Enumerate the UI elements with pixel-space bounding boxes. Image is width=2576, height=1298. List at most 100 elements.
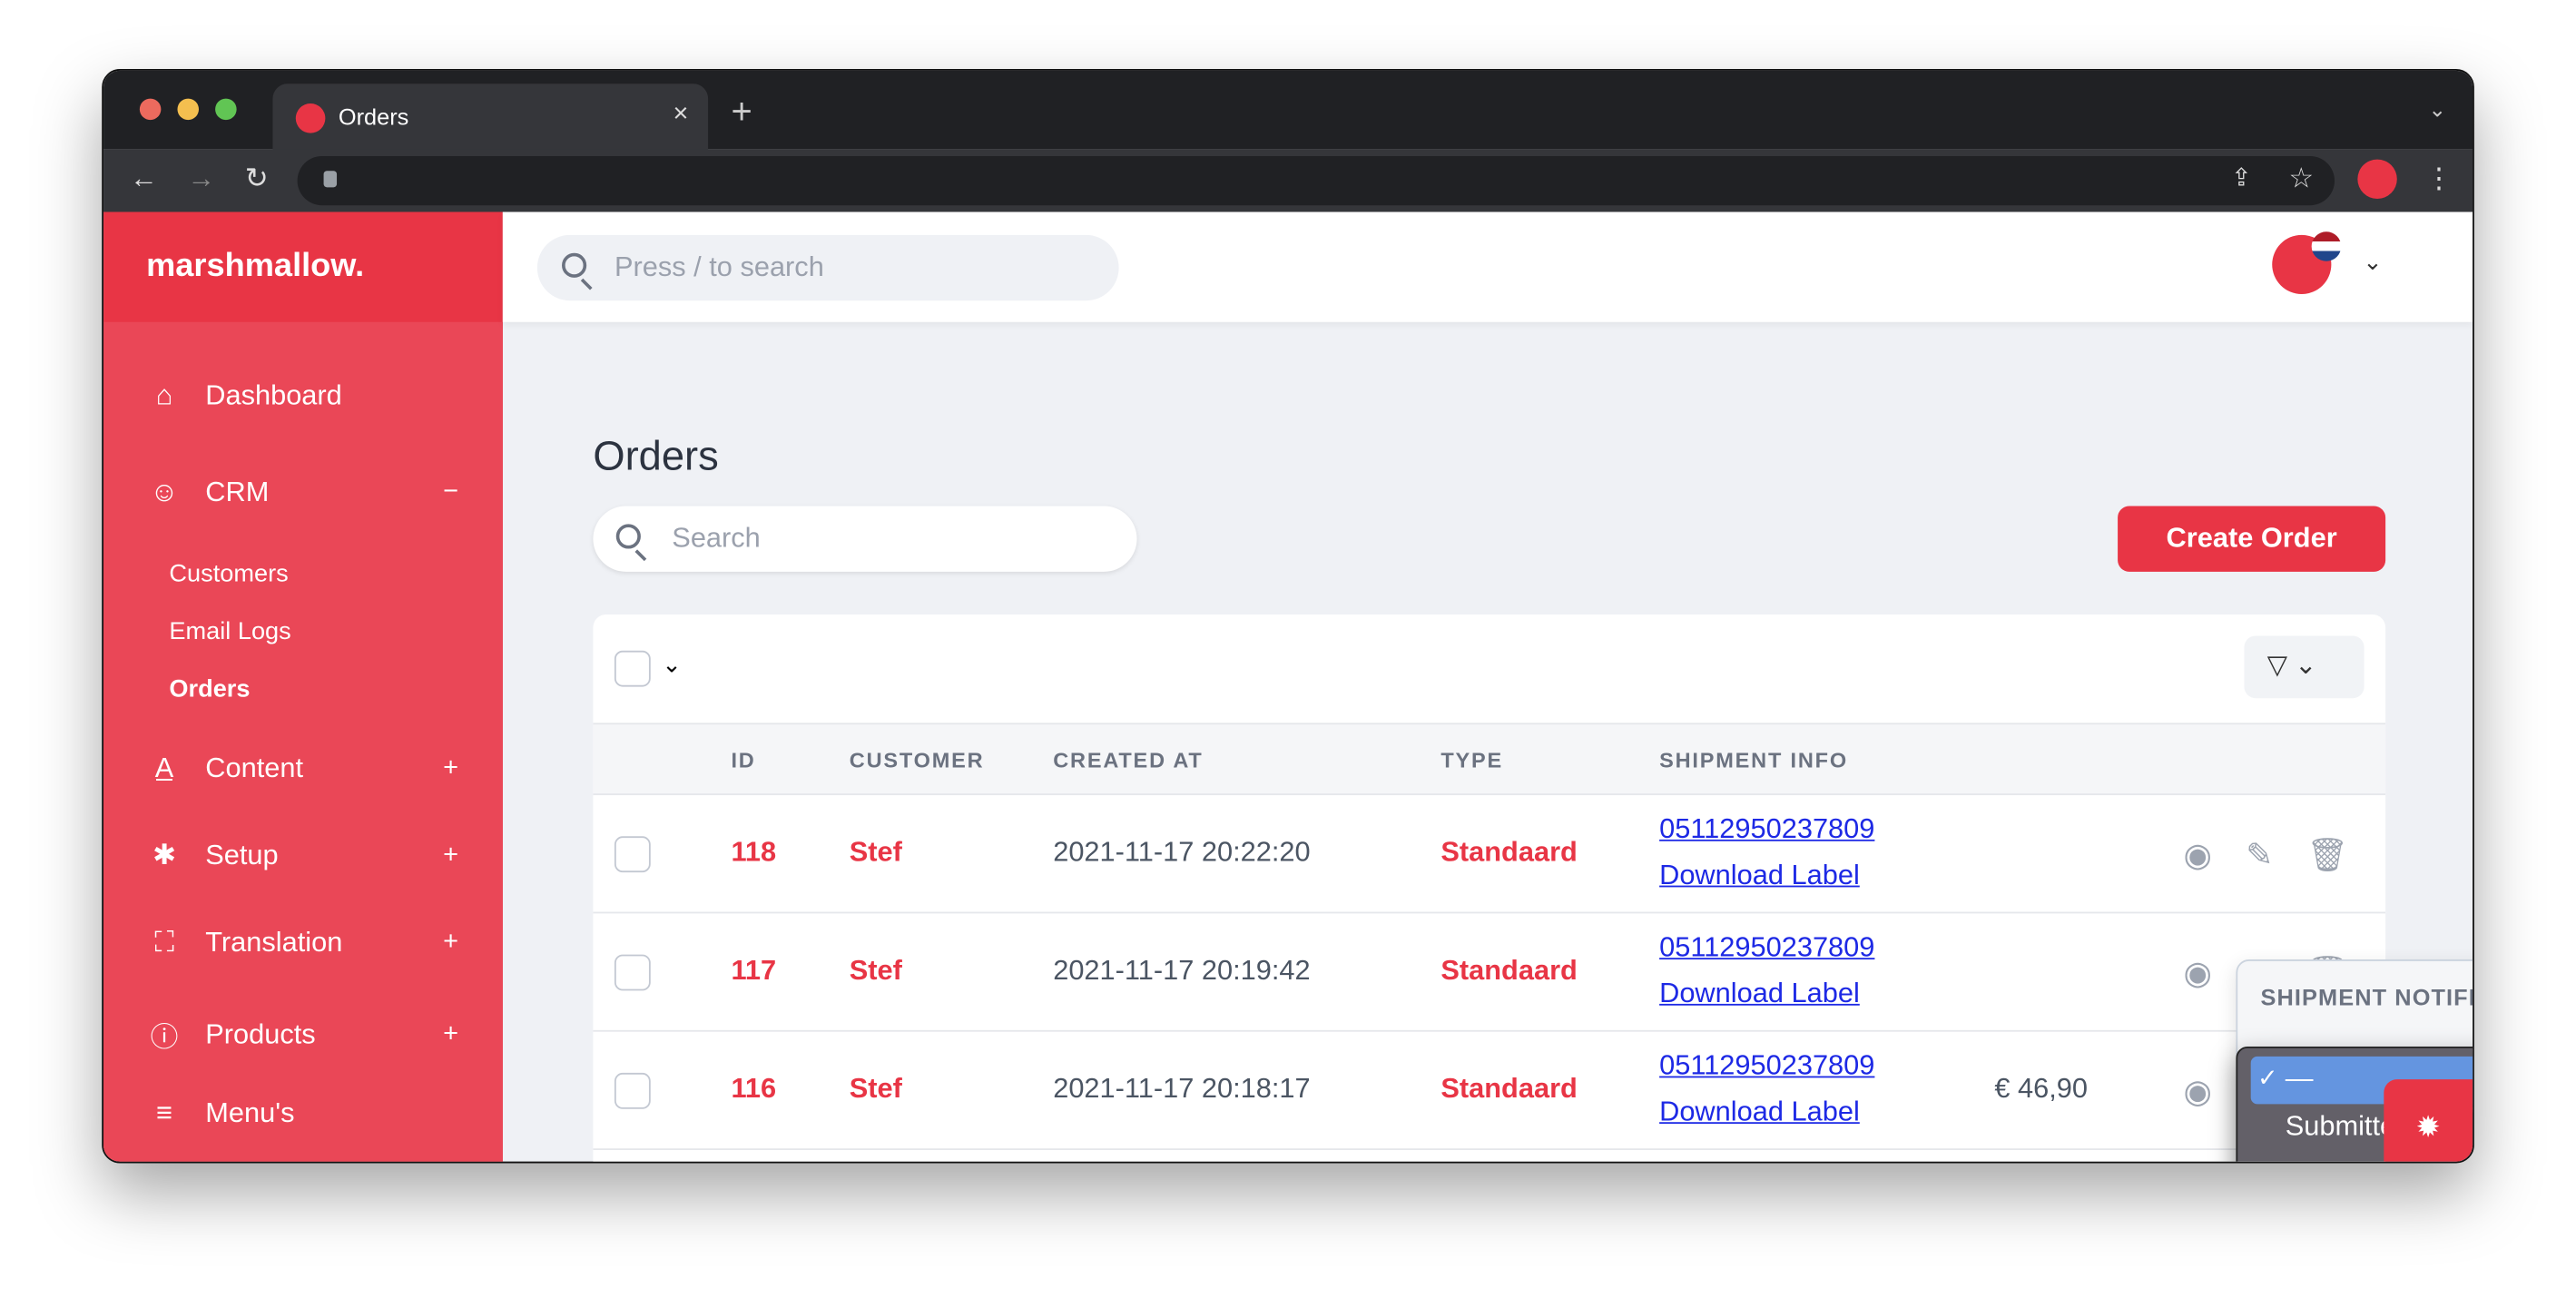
order-id-link[interactable]: 116 — [731, 1073, 776, 1106]
order-type: Standaard — [1440, 1072, 1578, 1105]
row-checkbox[interactable] — [614, 836, 651, 873]
delete-trash-icon[interactable]: 🗑 — [2306, 834, 2348, 875]
minimize-window-button[interactable] — [177, 98, 200, 121]
download-label-link[interactable]: Download Label — [1659, 860, 1860, 892]
forward-icon[interactable]: → — [187, 162, 215, 195]
edit-icon[interactable]: ✎ — [2246, 834, 2273, 875]
view-eye-icon[interactable]: ◉ — [2183, 834, 2212, 875]
maximize-window-button[interactable] — [215, 98, 237, 121]
sidebar: marshmallow. ⌂ Dashboard ☺ CRM − Customers … — [103, 211, 503, 1162]
reload-icon[interactable]: ↻ — [245, 162, 269, 195]
order-id-link[interactable]: 118 — [731, 836, 776, 869]
bulk-actions-chevron-icon[interactable]: ⌄ — [662, 651, 681, 679]
sidebar-subitem-orders[interactable]: Orders — [169, 675, 250, 703]
sidebar-item-label: Dashboard — [205, 379, 342, 411]
created-at: 2021-11-17 20:19:42 — [1053, 954, 1311, 986]
tab-bar: Orders × + ⌄ — [103, 70, 2473, 153]
column-created-at[interactable]: CREATED AT — [1053, 748, 1203, 772]
tab-title: Orders — [338, 103, 409, 130]
chevron-down-icon: ⌄ — [2295, 652, 2317, 681]
sidebar-item-setup[interactable]: ✱ Setup + — [146, 840, 458, 872]
download-label-link[interactable]: Download Label — [1659, 1096, 1860, 1128]
close-window-button[interactable] — [139, 98, 162, 121]
order-type: Standaard — [1440, 836, 1578, 868]
top-header: Press / to search ⌄ — [502, 211, 2473, 322]
share-icon[interactable]: ⇪ — [2231, 162, 2252, 192]
browser-window: Orders × + ⌄ ← → ↻ ⇪ ☆ ⋮ marshmallow. ⌂ D… — [102, 69, 2474, 1164]
address-bar[interactable] — [297, 155, 2335, 206]
expand-icon[interactable]: + — [443, 1019, 458, 1049]
expand-icon[interactable]: + — [443, 841, 458, 871]
customer-link[interactable]: Stef — [850, 955, 902, 988]
collapse-icon[interactable]: − — [443, 478, 458, 508]
download-label-link[interactable]: Download Label — [1659, 978, 1860, 1010]
column-customer[interactable]: CUSTOMER — [850, 748, 985, 772]
expand-icon[interactable]: + — [443, 754, 458, 784]
profile-avatar[interactable] — [2357, 159, 2397, 200]
sidebar-item-content[interactable]: A̲ Content + — [146, 752, 458, 785]
back-icon[interactable]: ← — [130, 162, 158, 195]
lock-icon — [323, 171, 338, 188]
created-at: 2021-11-17 20:18:17 — [1053, 1072, 1311, 1105]
order-type: Standaard — [1440, 954, 1578, 986]
sidebar-item-dashboard[interactable]: ⌂ Dashboard — [146, 379, 458, 412]
home-icon: ⌂ — [155, 379, 173, 411]
sidebar-subitem-customers[interactable]: Customers — [169, 560, 288, 588]
view-eye-icon[interactable]: ◉ — [2183, 1071, 2212, 1112]
tab-list-chevron-icon[interactable]: ⌄ — [2428, 97, 2446, 123]
row-checkbox[interactable] — [614, 954, 651, 991]
bookmark-star-icon[interactable]: ☆ — [2288, 162, 2314, 195]
row-checkbox[interactable] — [614, 1072, 651, 1109]
settings-gear-button[interactable]: ✹ — [2384, 1079, 2473, 1162]
sidebar-item-crm[interactable]: ☺ CRM − — [146, 477, 458, 509]
filter-title: SHIPMENT NOTIFIED FILTER — [2260, 984, 2474, 1011]
chevron-down-icon[interactable]: ⌄ — [2363, 248, 2382, 276]
page-title: Orders — [593, 433, 719, 480]
search-placeholder: Press / to search — [614, 251, 824, 283]
created-at: 2021-11-17 20:22:20 — [1053, 836, 1311, 868]
gear-icon: ✱ — [152, 839, 176, 871]
expand-icon[interactable]: + — [443, 929, 458, 959]
search-placeholder: Search — [672, 522, 761, 554]
sidebar-subitem-email-logs[interactable]: Email Logs — [169, 618, 290, 646]
table-row: 117 Stef 2021-11-17 20:19:42 Standaard 0… — [593, 913, 2386, 1032]
create-order-button[interactable]: Create Order — [2118, 506, 2386, 572]
table-row: 118 Stef 2021-11-17 20:22:20 Standaard 0… — [593, 795, 2386, 914]
table-header: ID CUSTOMER CREATED AT TYPE SHIPMENT INF… — [593, 723, 2386, 796]
sidebar-item-products[interactable]: ⓘ Products + — [146, 1014, 458, 1055]
column-shipment-info[interactable]: SHIPMENT INFO — [1659, 748, 1848, 772]
browser-tab[interactable]: Orders × — [272, 84, 709, 153]
filter-button[interactable]: ▽ ⌄ — [2244, 635, 2365, 699]
new-tab-button[interactable]: + — [731, 91, 752, 133]
tracking-link[interactable]: 05112950237809 — [1659, 931, 1874, 964]
customer-link[interactable]: Stef — [850, 1073, 902, 1106]
sidebar-item-label: Setup — [205, 839, 279, 871]
language-flag-icon[interactable] — [2311, 231, 2342, 261]
tracking-link[interactable]: 05112950237809 — [1659, 1050, 1874, 1083]
text-icon: A̲ — [154, 752, 174, 784]
main-content: Orders Search Create Order ⌄ ▽ ⌄ ID CUST… — [503, 322, 2474, 1162]
sidebar-item-translation[interactable]: ⛶ Translation + — [146, 927, 458, 959]
sidebar-item-label: CRM — [205, 476, 270, 508]
smile-icon: ☺ — [150, 476, 179, 508]
tracking-link[interactable]: 05112950237809 — [1659, 813, 1874, 846]
orders-table-card: ⌄ ▽ ⌄ ID CUSTOMER CREATED AT TYPE SHIPME… — [593, 614, 2386, 1162]
sidebar-item-label: Content — [205, 752, 304, 784]
brand-logo[interactable]: marshmallow. — [103, 211, 503, 321]
close-tab-icon[interactable]: × — [673, 100, 688, 130]
checkmark-icon: ✓ — [2256, 1064, 2278, 1093]
view-eye-icon[interactable]: ◉ — [2183, 953, 2212, 994]
browser-menu-icon[interactable]: ⋮ — [2425, 162, 2453, 195]
order-id-link[interactable]: 117 — [731, 955, 776, 988]
sidebar-item-label: Products — [205, 1018, 316, 1049]
select-all-checkbox[interactable] — [614, 650, 651, 687]
menu-icon: ≡ — [156, 1097, 172, 1129]
orders-search-input[interactable]: Search — [593, 506, 1137, 572]
global-search-input[interactable]: Press / to search — [536, 234, 1119, 301]
sidebar-item-label: Translation — [205, 926, 343, 959]
browser-toolbar: ← → ↻ ⇪ ☆ ⋮ — [103, 149, 2473, 212]
sidebar-item-menus[interactable]: ≡ Menu's — [146, 1097, 458, 1130]
customer-link[interactable]: Stef — [850, 836, 902, 869]
column-type[interactable]: TYPE — [1440, 748, 1503, 772]
column-id[interactable]: ID — [731, 748, 755, 772]
